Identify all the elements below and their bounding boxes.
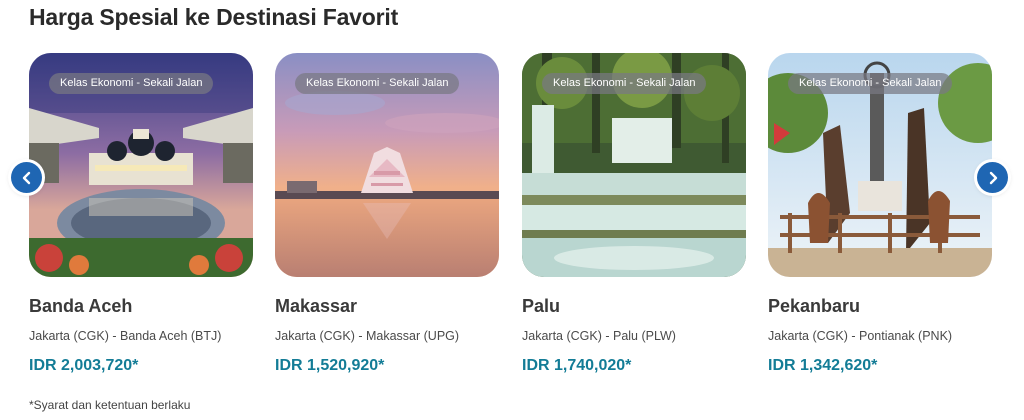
carousel-next-button[interactable] bbox=[977, 162, 1008, 193]
destination-image-makassar[interactable]: Kelas Ekonomi - Sekali Jalan bbox=[275, 53, 499, 277]
fare-price: IDR 1,740,020* bbox=[522, 357, 632, 374]
destination-card-palu[interactable]: Kelas Ekonomi - Sekali Jalan Palu Jakart… bbox=[522, 53, 746, 374]
flight-route: Jakarta (CGK) - Makassar (UPG) bbox=[275, 329, 460, 343]
flight-route: Jakarta (CGK) - Palu (PLW) bbox=[522, 329, 676, 343]
fare-price: IDR 1,520,920* bbox=[275, 357, 385, 374]
destination-image-palu[interactable]: Kelas Ekonomi - Sekali Jalan bbox=[522, 53, 746, 277]
fare-class-badge: Kelas Ekonomi - Sekali Jalan bbox=[788, 73, 953, 94]
destination-card-pekanbaru[interactable]: Kelas Ekonomi - Sekali Jalan Pekanbaru J… bbox=[768, 53, 992, 374]
fare-price: IDR 1,342,620* bbox=[768, 357, 878, 374]
destination-card-makassar[interactable]: Kelas Ekonomi - Sekali Jalan Makassar Ja… bbox=[275, 53, 499, 374]
flight-route: Jakarta (CGK) - Pontianak (PNK) bbox=[768, 329, 953, 343]
destination-city: Banda Aceh bbox=[29, 296, 133, 316]
fare-class-badge: Kelas Ekonomi - Sekali Jalan bbox=[295, 73, 460, 94]
flight-route: Jakarta (CGK) - Banda Aceh (BTJ) bbox=[29, 329, 222, 343]
destination-city: Makassar bbox=[275, 296, 358, 316]
destination-city: Palu bbox=[522, 296, 561, 316]
destination-carousel: Kelas Ekonomi - Sekali Jalan Banda Aceh … bbox=[29, 53, 999, 383]
chevron-left-icon bbox=[22, 171, 30, 184]
destination-image-banda-aceh[interactable]: Kelas Ekonomi - Sekali Jalan bbox=[29, 53, 253, 277]
destination-image-pekanbaru[interactable]: Kelas Ekonomi - Sekali Jalan bbox=[768, 53, 992, 277]
destination-city: Pekanbaru bbox=[768, 296, 861, 316]
chevron-right-icon bbox=[989, 171, 997, 184]
carousel-prev-button[interactable] bbox=[11, 162, 42, 193]
terms-footnote: *Syarat dan ketentuan berlaku bbox=[29, 398, 191, 412]
fare-price: IDR 2,003,720* bbox=[29, 357, 139, 374]
fare-class-badge: Kelas Ekonomi - Sekali Jalan bbox=[49, 73, 214, 94]
destination-card-banda-aceh[interactable]: Kelas Ekonomi - Sekali Jalan Banda Aceh … bbox=[29, 53, 253, 374]
fare-class-badge: Kelas Ekonomi - Sekali Jalan bbox=[542, 73, 707, 94]
section-title: Harga Spesial ke Destinasi Favorit bbox=[29, 4, 399, 30]
